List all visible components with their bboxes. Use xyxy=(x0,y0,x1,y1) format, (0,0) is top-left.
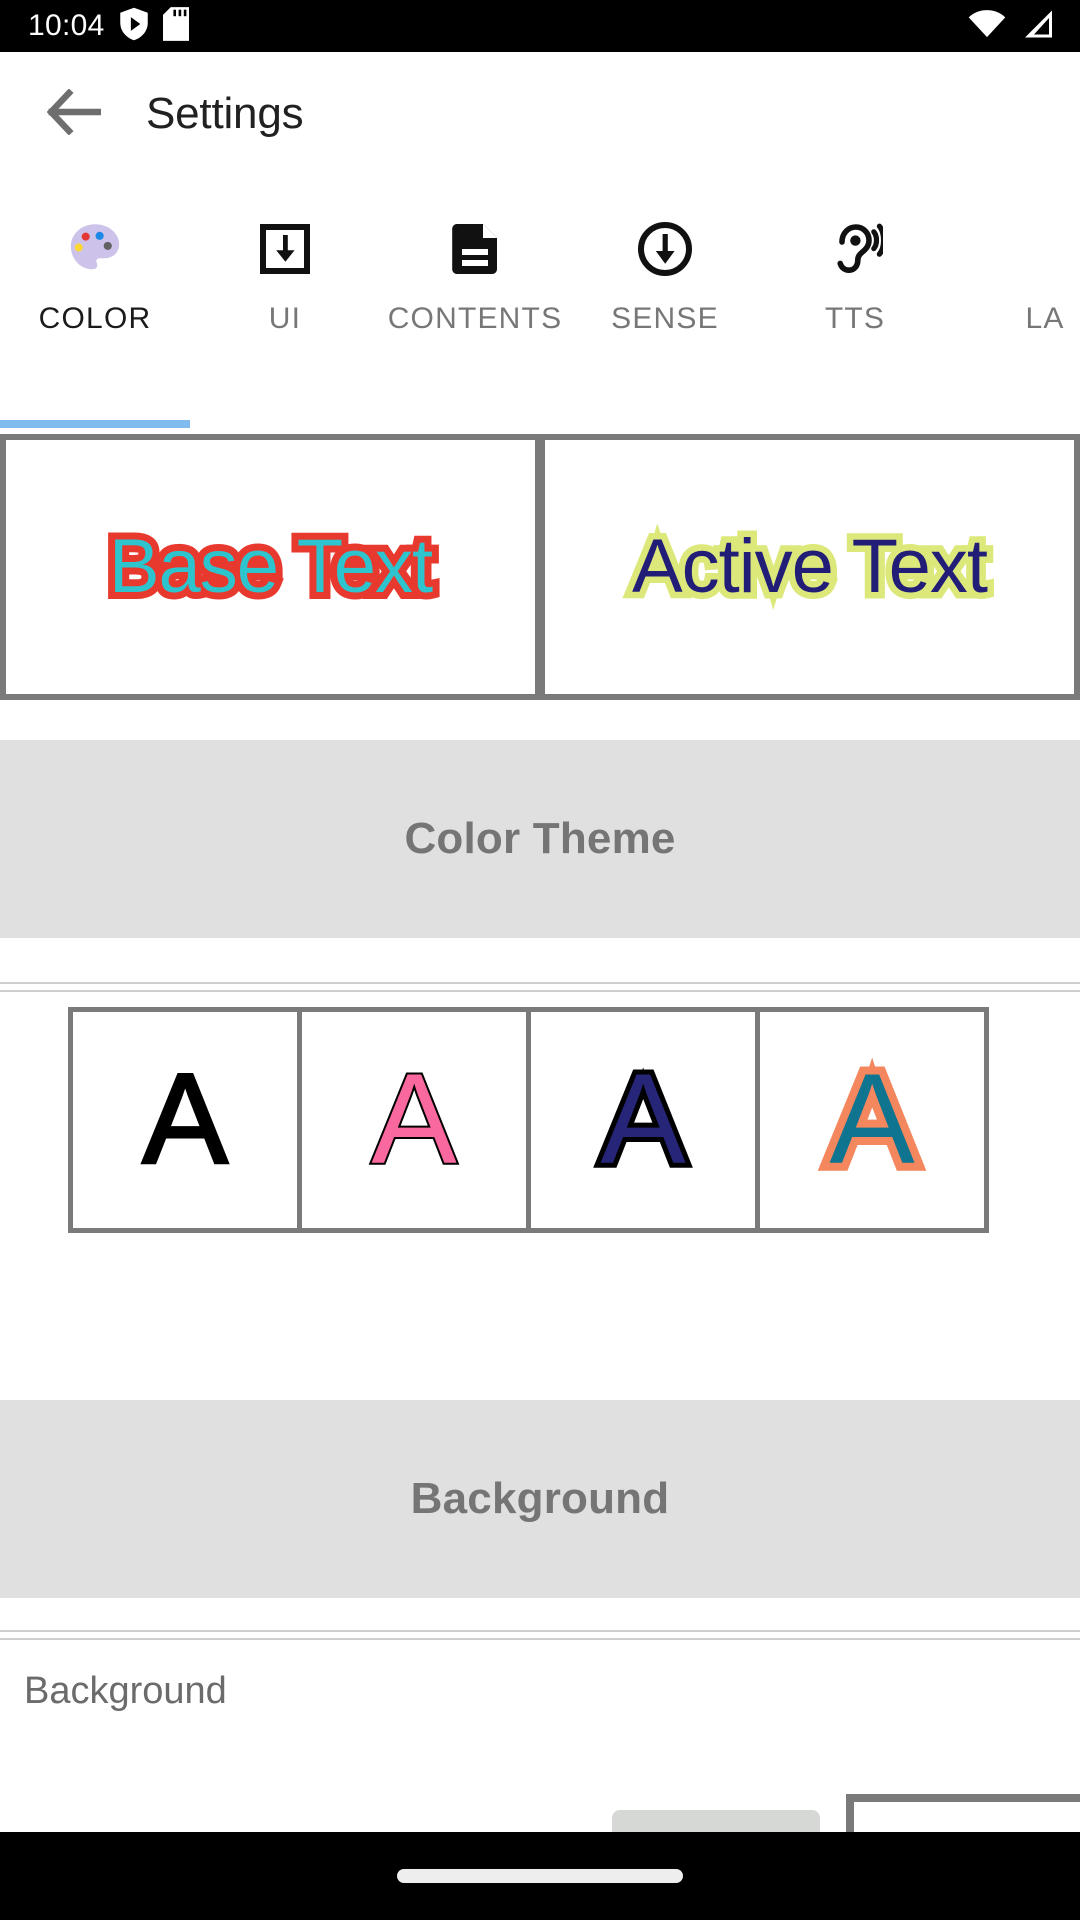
background-header: Background xyxy=(0,1400,1080,1598)
import-box-icon xyxy=(257,214,313,284)
tab-color[interactable]: COLOR xyxy=(0,176,190,428)
tab-contents[interactable]: CONTENTS xyxy=(380,176,570,428)
tab-ui[interactable]: UI xyxy=(190,176,380,428)
back-arrow-icon xyxy=(46,87,103,140)
status-bar: 10:04 xyxy=(0,0,1080,52)
wifi-icon xyxy=(968,9,1006,44)
tab-row: COLOR UI CONTENTS SENSE TTS LA xyxy=(0,176,1080,428)
base-text-preview[interactable]: Base Text xyxy=(6,440,535,694)
text-preview-row: Base Text Active Text xyxy=(0,434,1080,700)
divider-below-background xyxy=(0,1630,1080,1632)
tab-label-tts: TTS xyxy=(824,302,886,335)
tab-label-color: COLOR xyxy=(38,302,152,335)
status-clock: 10:04 xyxy=(28,9,105,42)
app-bar: Settings xyxy=(0,52,1080,176)
tab-label-sense: SENSE xyxy=(611,302,719,335)
circle-down-arrow-icon xyxy=(637,214,693,284)
color-theme-title: Color Theme xyxy=(404,814,676,863)
tab-active-indicator xyxy=(0,420,190,428)
status-bar-left: 10:04 xyxy=(28,6,189,46)
system-navigation-bar xyxy=(0,1832,1080,1920)
color-theme-header: Color Theme xyxy=(0,740,1080,938)
theme-swatch-4[interactable]: A xyxy=(760,1012,984,1228)
tab-lang[interactable]: LA xyxy=(950,176,1080,428)
color-theme-swatches[interactable]: A A A A xyxy=(68,1007,989,1233)
theme-glyph-2: A xyxy=(369,1048,458,1191)
app-screen: 10:04 Settings COLOR UI CONTENTS SENSE T… xyxy=(0,0,1080,1920)
active-text-preview[interactable]: Active Text xyxy=(545,440,1074,694)
theme-glyph-4: A xyxy=(821,1048,922,1192)
base-text-sample: Base Text xyxy=(102,522,440,612)
back-button[interactable] xyxy=(26,66,122,162)
theme-glyph-1: A xyxy=(141,1048,229,1191)
theme-swatch-2[interactable]: A xyxy=(302,1012,526,1228)
theme-swatch-3[interactable]: A xyxy=(531,1012,755,1228)
theme-swatch-1[interactable]: A xyxy=(73,1012,297,1228)
settings-tab-strip[interactable]: COLOR UI CONTENTS SENSE TTS LA xyxy=(0,176,1080,432)
background-title: Background xyxy=(410,1474,670,1523)
tab-label-lang: LA xyxy=(1025,302,1065,335)
hearing-icon xyxy=(827,214,883,284)
tab-tts[interactable]: TTS xyxy=(760,176,950,428)
tab-sense[interactable]: SENSE xyxy=(570,176,760,428)
sd-card-icon xyxy=(162,6,189,46)
active-text-sample: Active Text xyxy=(625,522,994,611)
theme-glyph-3: A xyxy=(595,1048,690,1191)
play-protect-icon xyxy=(119,7,149,46)
home-gesture-pill[interactable] xyxy=(397,1869,683,1883)
status-bar-right xyxy=(968,9,1054,44)
document-icon xyxy=(448,214,502,284)
page-title: Settings xyxy=(146,89,304,138)
palette-icon xyxy=(66,214,124,284)
tab-label-ui: UI xyxy=(268,302,302,335)
divider-below-background-2 xyxy=(0,1638,1080,1640)
background-row-label: Background xyxy=(24,1670,227,1712)
tab-label-contents: CONTENTS xyxy=(387,302,563,335)
cellular-signal-icon xyxy=(1020,9,1054,44)
divider-above-themes xyxy=(0,982,1080,984)
divider-above-themes-2 xyxy=(0,990,1080,992)
